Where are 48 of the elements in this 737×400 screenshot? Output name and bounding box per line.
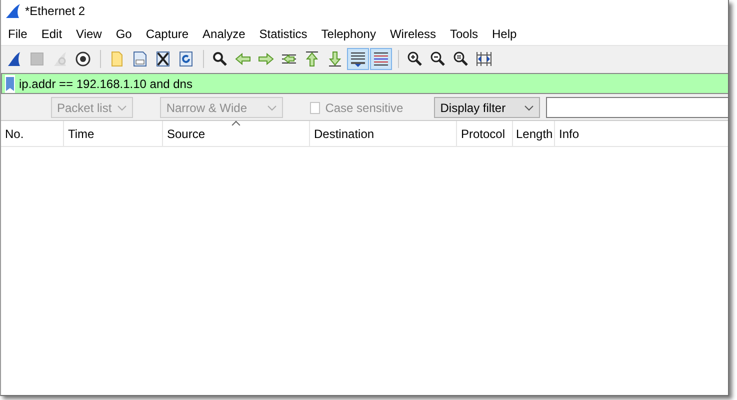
caret-icon [524,104,534,110]
menu-item[interactable]: Wireless [384,24,441,42]
caret-icon [266,104,277,110]
right-arrow-icon [258,50,274,66]
closed-document-icon [155,50,171,66]
shark-fin-icon [6,50,22,66]
column-resize-icon [476,50,492,66]
display-filter-field[interactable]: ip.addr == 192.168.1.10 and dns [1,73,728,94]
window-title: *Ethernet 2 [25,4,86,18]
search-field[interactable] [546,97,728,118]
folder-icon [109,50,125,66]
colored-lines-button[interactable] [370,48,392,70]
menu-item[interactable]: File [3,24,32,42]
menu-item[interactable]: Capture [140,24,194,42]
menu-item[interactable]: Edit [36,24,68,42]
menu-item[interactable]: Statistics [254,24,312,42]
caret-icon [117,104,128,110]
menu-item[interactable]: Help [487,24,522,42]
down-arrow-icon [327,50,343,66]
reload-document-icon [178,50,194,66]
zoom-out-icon [430,50,446,66]
column-header[interactable]: Protocol [457,121,513,146]
column-header[interactable]: No. [1,121,64,146]
menu-item[interactable]: Analyze [198,24,250,42]
search-icon [212,50,228,66]
column-header[interactable]: Destination [310,121,457,146]
menu-item[interactable]: Telephony [316,24,381,42]
up-arrow-icon [304,50,320,66]
shark-fin-arrow-icon [52,50,68,66]
zoom-reset-icon [453,50,469,66]
colored-lines-icon [373,50,389,66]
checkbox-label: Case sensitive [325,100,404,114]
dropdown[interactable]: Display filter [434,97,540,118]
scroll-down-button[interactable] [347,48,369,70]
menu-item[interactable]: Tools [445,24,484,42]
document-icon [132,50,148,66]
app-logo-icon [5,3,21,19]
scroll-down-icon [350,50,366,66]
column-header[interactable]: Time [64,121,163,146]
zoom-in-icon [407,50,423,66]
stop-icon [29,50,45,66]
bookmark-icon[interactable] [5,74,15,92]
left-arrow-icon [235,50,251,66]
column-header[interactable]: Length [513,121,555,146]
column-header[interactable]: Info [555,121,728,146]
menu-item[interactable]: Go [110,24,137,42]
column-header[interactable]: Source [163,121,310,146]
menu-item[interactable]: View [71,24,107,42]
